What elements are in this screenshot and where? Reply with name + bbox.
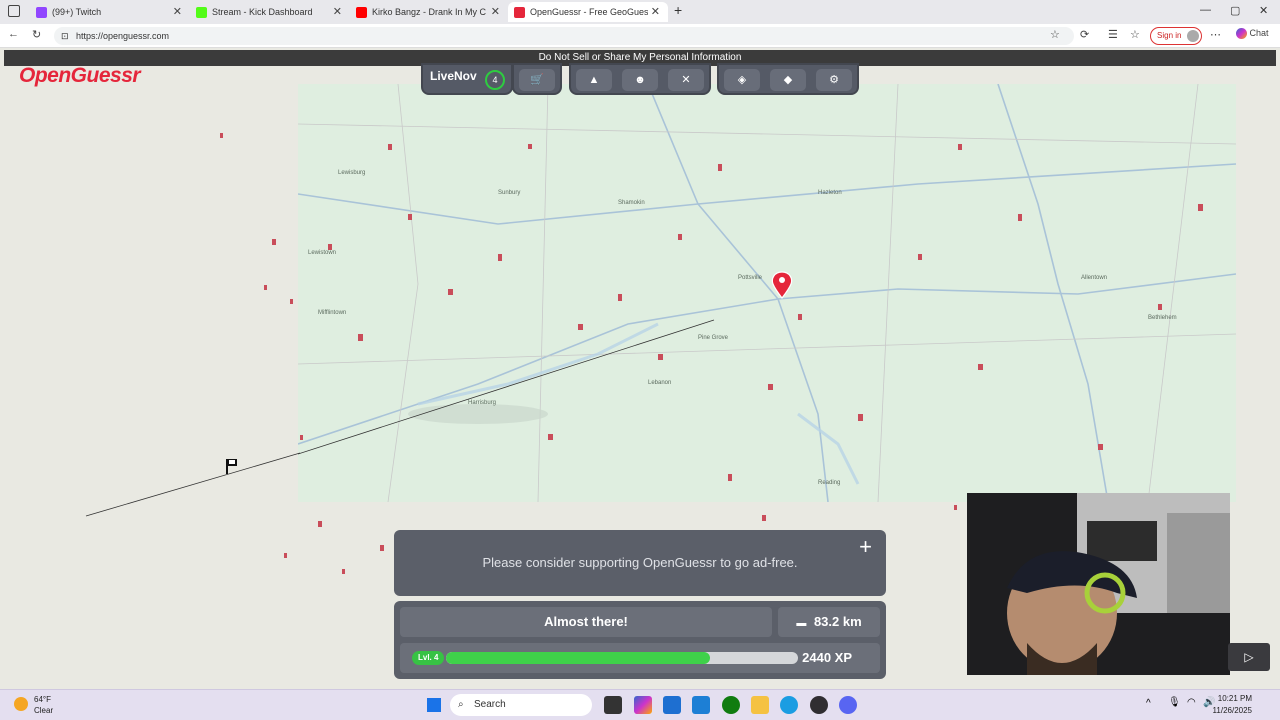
back-icon[interactable]: ← xyxy=(8,28,19,40)
xbox-icon[interactable] xyxy=(722,696,740,714)
live-count-badge: 4 xyxy=(485,70,505,90)
browser-tab-1[interactable]: Stream - Kick Dashboard ✕ xyxy=(190,2,350,22)
microphone-icon[interactable]: 🎙 xyxy=(1168,697,1181,708)
collections-icon[interactable]: ☆ xyxy=(1130,28,1140,41)
copilot-app-icon[interactable] xyxy=(634,696,652,714)
tab-title: Stream - Kick Dashboard xyxy=(212,7,313,17)
plus-icon[interactable]: + xyxy=(859,536,872,558)
more-icon[interactable]: ⋯ xyxy=(1210,28,1221,41)
page-content: Do Not Sell or Share My Personal Informa… xyxy=(0,49,1280,689)
xp-progress-bar xyxy=(446,652,798,664)
result-panel: Almost there! ▬ 83.2 km Lvl. 4 2440 XP xyxy=(394,601,886,679)
wifi-icon[interactable]: ◠ xyxy=(1187,697,1196,708)
favorites-icon[interactable]: ☰ xyxy=(1108,28,1118,41)
discord-icon[interactable] xyxy=(839,696,857,714)
tab-favicon-icon xyxy=(36,6,47,18)
clock-time: 10:21 PM xyxy=(1217,694,1252,703)
windows-start-icon[interactable] xyxy=(427,698,441,712)
tray-chevron-icon[interactable]: ^ xyxy=(1146,698,1151,709)
taskbar-search[interactable]: ⌕ Search xyxy=(450,694,592,716)
ruler-icon: ▬ xyxy=(796,618,807,629)
new-tab-button[interactable]: + xyxy=(674,2,682,18)
xp-value: 2440 XP xyxy=(802,650,852,665)
star-icon[interactable]: ☆ xyxy=(1050,28,1060,41)
address-bar-row: ← ↻ ⊡ https://openguessr.com ☆ ⟳ ☰ ☆ Sig… xyxy=(0,24,1280,48)
obs-icon[interactable] xyxy=(810,696,828,714)
tab-close-icon[interactable]: ✕ xyxy=(333,5,342,18)
tab-close-icon[interactable]: ✕ xyxy=(651,5,660,18)
task-view-icon[interactable] xyxy=(604,696,622,714)
minimize-button[interactable]: — xyxy=(1200,4,1211,16)
live-toolbar: LiveNov 4 xyxy=(421,63,513,95)
clock-date: 11/26/2025 xyxy=(1212,706,1252,715)
xp-progress-fill xyxy=(446,652,710,664)
tab-title: OpenGuessr - Free GeoGues xyxy=(530,7,648,17)
tab-title: (99+) Twitch xyxy=(52,7,102,17)
avatar xyxy=(1187,30,1199,42)
weather-desc: Clear xyxy=(34,706,54,715)
play-button[interactable]: ▷ xyxy=(1228,643,1270,671)
tab-actions-icon[interactable] xyxy=(8,5,20,17)
ad-free-text: Please consider supporting OpenGuessr to… xyxy=(482,555,798,570)
live-label[interactable]: LiveNov xyxy=(430,69,477,83)
webcam-overlay xyxy=(967,493,1230,675)
modes-toolbar: ▲ ☻ ✕ xyxy=(569,63,711,95)
refresh-icon[interactable]: ↻ xyxy=(32,28,41,41)
mail-icon[interactable] xyxy=(692,696,710,714)
tab-favicon-icon xyxy=(514,6,525,18)
search-label: Search xyxy=(474,699,506,710)
shop-cart-button[interactable]: 🛒 xyxy=(519,69,555,91)
system-clock[interactable]: 10:21 PM 11/26/2025 xyxy=(1213,693,1252,717)
visual-studio-icon[interactable] xyxy=(663,696,681,714)
tab-favicon-icon xyxy=(196,6,207,18)
distance-value: 83.2 km xyxy=(813,614,862,629)
xp-row: Lvl. 4 2440 XP xyxy=(400,643,880,673)
url-input[interactable]: ⊡ https://openguessr.com xyxy=(54,27,1074,45)
settings-toolbar: ◈ ◆ ⚙ xyxy=(717,63,859,95)
copilot-icon xyxy=(1236,28,1247,40)
distance-display: ▬ 83.2 km xyxy=(778,607,880,637)
browser-tab-bar: (99+) Twitch ✕ Stream - Kick Dashboard ✕ Kir… xyxy=(0,0,1280,24)
education-button[interactable]: ◆ xyxy=(770,69,806,91)
windows-taskbar: 64°F Clear ⌕ Search ^ 🎙 ◠ 🔊 10:21 PM 11/… xyxy=(0,689,1280,720)
settings-gear-icon[interactable]: ⚙ xyxy=(816,69,852,91)
close-window-button[interactable]: ✕ xyxy=(1259,4,1268,17)
leaderboard-button[interactable]: ▲ xyxy=(576,69,612,91)
edge-icon[interactable] xyxy=(780,696,798,714)
level-badge: Lvl. 4 xyxy=(412,651,445,665)
search-icon: ⌕ xyxy=(458,699,464,710)
tab-close-icon[interactable]: ✕ xyxy=(173,5,182,18)
ad-free-notice: Please consider supporting OpenGuessr to… xyxy=(394,530,886,596)
result-label: Almost there! xyxy=(400,607,772,637)
tab-close-icon[interactable]: ✕ xyxy=(491,5,500,18)
multiplayer-button[interactable]: ☻ xyxy=(622,69,658,91)
tab-favicon-icon xyxy=(356,6,367,18)
browser-tab-2[interactable]: Kirko Bangz - Drank In My C ✕ xyxy=(350,2,508,22)
shop-toolbar: 🛒 xyxy=(512,63,562,95)
sign-in-button[interactable]: Sign in xyxy=(1150,27,1202,45)
maximize-button[interactable]: ▢ xyxy=(1230,4,1240,17)
weather-icon[interactable] xyxy=(14,697,28,711)
weather-temp: 64°F xyxy=(34,695,51,704)
url-text: https://openguessr.com xyxy=(76,31,170,41)
lock-icon: ⊡ xyxy=(61,31,69,41)
copilot-chat-button[interactable]: Chat xyxy=(1236,28,1269,40)
browser-tab-3[interactable]: OpenGuessr - Free GeoGues ✕ xyxy=(508,2,668,22)
layers-button[interactable]: ◈ xyxy=(724,69,760,91)
browser-tab-0[interactable]: (99+) Twitch ✕ xyxy=(30,2,190,22)
extensions-icon[interactable]: ⟳ xyxy=(1080,28,1089,41)
weather-widget[interactable]: 64°F Clear xyxy=(34,694,53,716)
battle-button[interactable]: ✕ xyxy=(668,69,704,91)
file-explorer-icon[interactable] xyxy=(751,696,769,714)
webcam-video xyxy=(967,493,1230,675)
tab-title: Kirko Bangz - Drank In My C xyxy=(372,7,487,17)
